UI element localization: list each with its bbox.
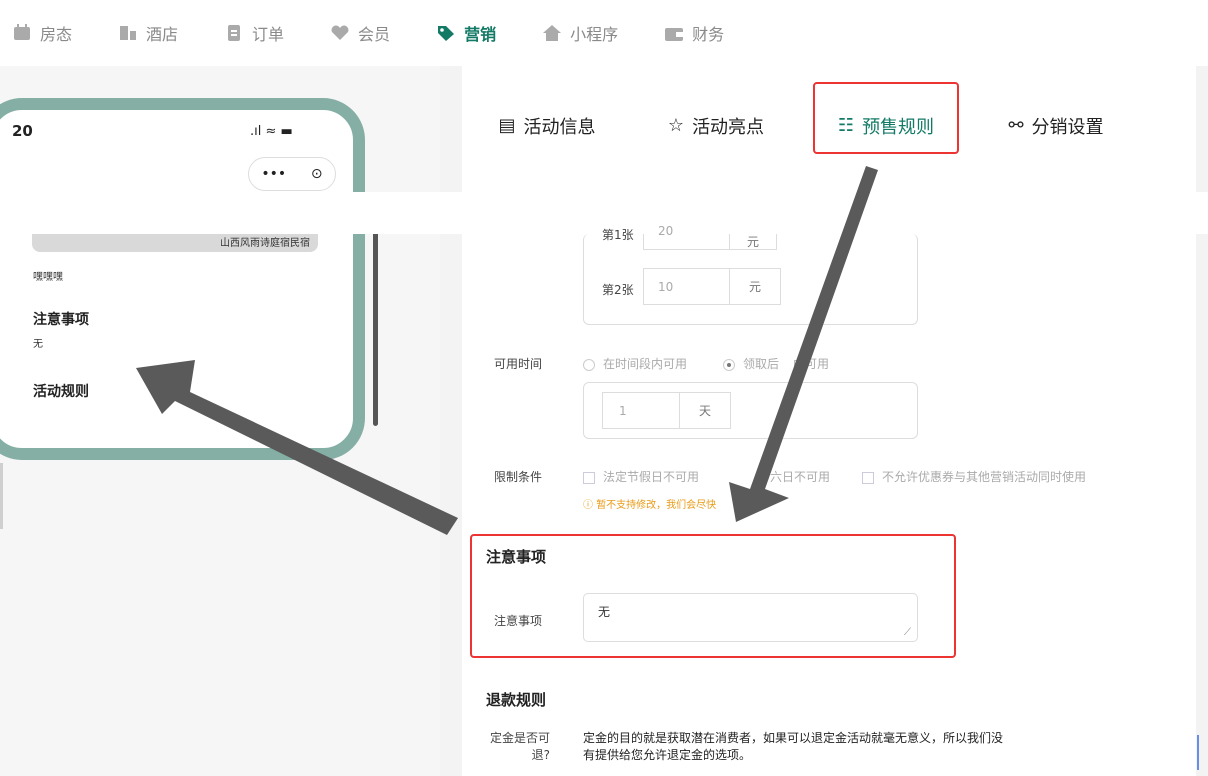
order-icon (228, 25, 241, 41)
notice-textarea[interactable]: 无 ⟋ (583, 593, 918, 642)
resize-handle-icon[interactable]: ⟋ (904, 627, 911, 638)
ticket-2-label: 第2张 (602, 283, 634, 297)
refund-answer: 定金的目的就是获取潜在消费者，如果可以退定金活动就毫无意义，所以我们没有提供给您… (583, 731, 1004, 762)
house-icon (543, 25, 562, 41)
ticket-1-unit: 元 (729, 234, 777, 250)
days-unit: 天 (679, 392, 731, 429)
ticket-1-value: 20 (658, 224, 674, 238)
checkbox-icon[interactable] (862, 471, 874, 484)
restriction-coupon-label: 不允许优惠券与其他营销活动同时使用 (882, 470, 1087, 484)
ticket-2-input[interactable]: 10 (643, 268, 730, 305)
phone-notice-title: 注意事项 (33, 312, 89, 328)
days-value: 1 (619, 404, 627, 418)
restriction-holiday-label: 法定节假日不可用 (603, 470, 700, 484)
presale-tab-highlight (813, 82, 959, 154)
phone-image-caption: 山西风雨诗庭宿民宿 (220, 238, 310, 249)
restriction-holiday[interactable]: 法定节假日不可用 (583, 468, 699, 485)
share-icon: ⚯ (1008, 115, 1024, 136)
nav-item-member[interactable]: 会员 (330, 21, 390, 45)
tab-activity-highlights[interactable]: ☆ 活动亮点 (645, 98, 787, 153)
heart-icon (331, 25, 349, 40)
restriction-warning: ⓘ 暂不支持修改，我们会尽快 (583, 496, 716, 511)
tab-activity-info-label: 活动信息 (523, 116, 596, 138)
phone-scrollbar[interactable] (373, 230, 378, 426)
nav-label-hotel: 酒店 (146, 25, 179, 44)
warning-icon: ⓘ (583, 500, 593, 511)
phone-status-time: 20 (12, 122, 33, 140)
days-input[interactable]: 1 (602, 392, 680, 429)
phone-notice-value: 无 (33, 339, 43, 350)
phone-description: 嘿嘿嘿 (33, 272, 63, 283)
phone-rules-title: 活动规则 (33, 384, 89, 400)
restriction-warning-text: 暂不支持修改，我们会尽快 (596, 500, 717, 511)
nav-item-marketing[interactable]: 营销 (436, 21, 496, 45)
restriction-coupon[interactable]: 不允许优惠券与其他营销活动同时使用 (862, 468, 1086, 485)
left-scroll-indicator (0, 463, 3, 529)
restriction-weekend-label: 六日不可用 (770, 470, 831, 484)
calendar-icon (14, 24, 30, 40)
more-icon[interactable]: ••• (261, 166, 286, 182)
nav-label-finance: 财务 (692, 25, 725, 44)
time-option-after-claim[interactable]: 领取后 内可用 (723, 355, 829, 372)
notice-field-label: 注意事项 (494, 614, 543, 628)
wallet-icon (665, 28, 684, 41)
time-option-after-label: 领取后 (743, 357, 780, 371)
phone-activity-image: 山西风雨诗庭宿民宿 (32, 234, 318, 252)
nav-item-finance[interactable]: 财务 (664, 21, 724, 45)
close-circle-icon[interactable]: ⊙ (311, 166, 323, 182)
time-option-range[interactable]: 在时间段内可用 (583, 355, 687, 372)
nav-label-order: 订单 (252, 25, 285, 44)
notice-value: 无 (598, 605, 611, 619)
tab-distribution-settings[interactable]: ⚯ 分销设置 (985, 98, 1127, 153)
radio-selected-icon[interactable] (723, 358, 735, 371)
nav-label-marketing: 营销 (464, 25, 497, 44)
time-option-range-label: 在时间段内可用 (603, 357, 688, 371)
tab-distribution-settings-label: 分销设置 (1031, 116, 1104, 138)
refund-section-title: 退款规则 (486, 691, 547, 709)
refund-question: 定金是否可退? (489, 731, 550, 762)
ticket-2-value: 10 (658, 280, 674, 294)
notice-section-title: 注意事项 (486, 548, 547, 566)
tab-activity-highlights-label: 活动亮点 (692, 116, 765, 138)
nav-label-mini-program: 小程序 (570, 25, 619, 44)
phone-status-icons: .ıl ≈ ▬ (250, 124, 293, 139)
nav-item-mini-program[interactable]: 小程序 (542, 21, 618, 45)
nav-label-room-status: 房态 (40, 25, 73, 44)
building-icon (120, 26, 137, 40)
nav-item-hotel[interactable]: 酒店 (118, 21, 178, 45)
restrictions-label: 限制条件 (494, 470, 543, 484)
nav-item-order[interactable]: 订单 (224, 21, 284, 45)
available-time-label: 可用时间 (494, 357, 543, 371)
ticket-1-label: 第1张 (602, 228, 634, 242)
ticket-2-unit: 元 (729, 268, 781, 305)
tab-activity-info[interactable]: ▤ 活动信息 (476, 98, 618, 153)
nav-item-room-status[interactable]: 房态 (12, 21, 72, 45)
document-icon: ▤ (498, 115, 516, 136)
star-icon: ☆ (667, 115, 685, 136)
time-option-after-suffix: 内可用 (793, 357, 830, 371)
checkbox-icon[interactable] (583, 471, 595, 484)
top-navigation: 房态 酒店 订单 会员 营销 小程序 财务 (0, 0, 1208, 66)
radio-icon[interactable] (583, 358, 595, 371)
tag-icon (438, 26, 455, 41)
mini-program-capsule[interactable]: ••• ⊙ (248, 157, 336, 191)
ticket-1-input[interactable]: 20 (643, 224, 730, 250)
nav-label-member: 会员 (358, 25, 391, 44)
restriction-weekend[interactable]: 六日不可用 (770, 468, 830, 485)
scroll-indicator (1197, 735, 1199, 770)
